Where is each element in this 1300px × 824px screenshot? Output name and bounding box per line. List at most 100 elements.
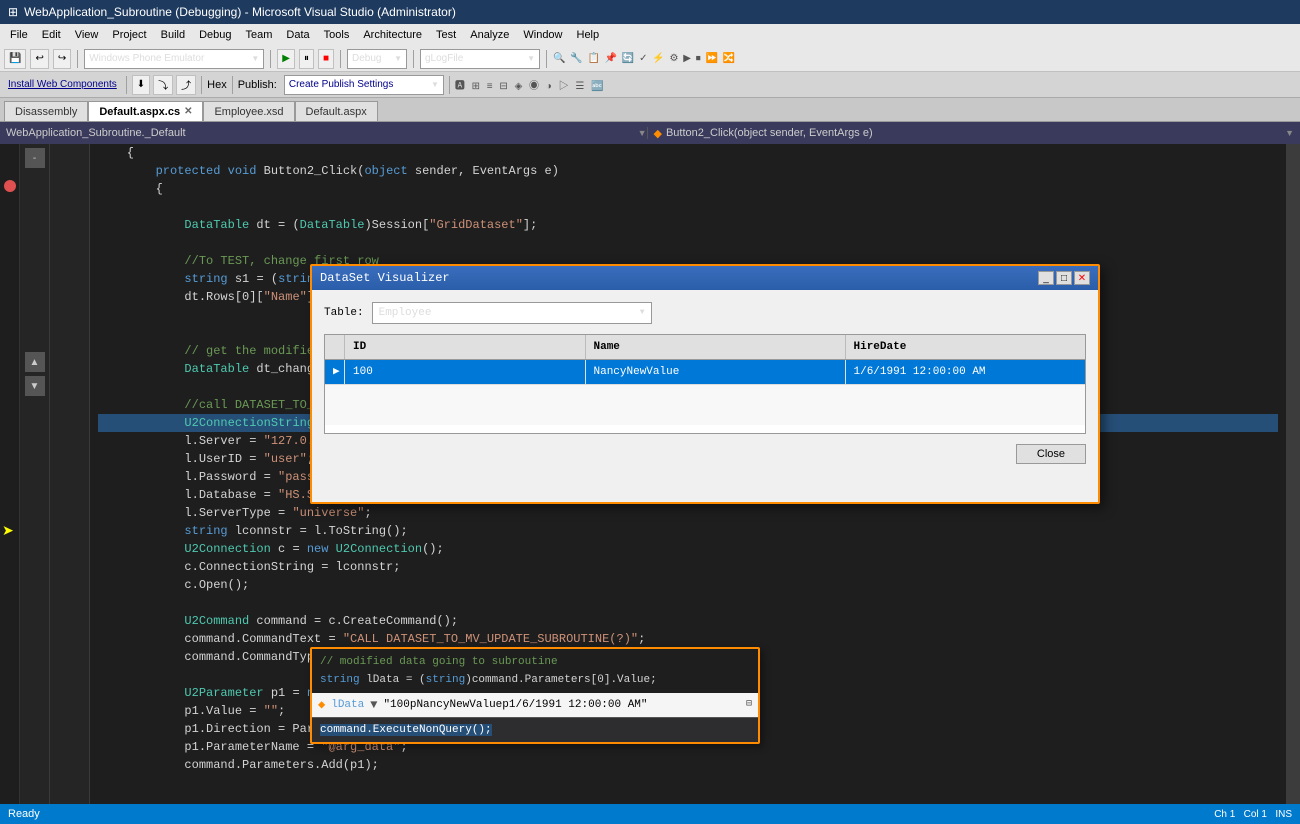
tab-default-aspx-cs[interactable]: Default.aspx.cs ✕ [88,101,203,121]
table-dropdown[interactable]: Employee ▼ [372,302,652,324]
publish-arrow: ▼ [431,80,439,89]
tooltip-header: // modified data going to subroutine str… [312,649,758,693]
scroll-down-icon[interactable]: ▼ [25,376,45,396]
breakpoint-indicator[interactable] [4,180,16,192]
dialog-close-btn[interactable]: ✕ [1074,271,1090,285]
scroll-up-icon[interactable]: ▲ [25,352,45,372]
tab-default-aspx[interactable]: Default.aspx [295,101,378,121]
code-line [98,792,1278,804]
menu-file[interactable]: File [4,27,34,43]
nav-right-arrow: ▼ [1285,128,1294,138]
undo-button[interactable]: ↩ [30,49,48,69]
tooltip-varname: lData [331,696,364,714]
menu-window[interactable]: Window [517,27,568,43]
tooltip-expand[interactable]: ⊟ [746,696,752,714]
status-info: Ch 1 Col 1 INS [1214,809,1292,820]
menu-view[interactable]: View [69,27,105,43]
install-web-components-btn[interactable]: Install Web Components [4,75,121,95]
row-selector: ▶ [325,360,345,384]
menu-debug[interactable]: Debug [193,27,237,43]
tab-bar: Disassembly Default.aspx.cs ✕ Employee.x… [0,98,1300,122]
breakpoint-gutter: ➤ [0,144,20,804]
menu-project[interactable]: Project [106,27,152,43]
tooltip-icon: ◆ [318,696,325,714]
dialog-minimize-btn[interactable]: _ [1038,271,1054,285]
dataset-visualizer-dialog: DataSet Visualizer _ □ ✕ Table: Employee… [310,264,1100,504]
stop-button[interactable]: ■ [318,49,334,69]
phone-emulator-dropdown[interactable]: Windows Phone Emulator ▼ [84,49,264,69]
tooltip-dropdown[interactable]: ▼ [370,696,377,714]
grid-empty-area [325,385,1085,425]
step-out-btn[interactable]: ⤴ [176,75,196,95]
menu-edit[interactable]: Edit [36,27,67,43]
tooltip-line2: string lData = (string)command.Parameter… [320,671,750,689]
menu-tools[interactable]: Tools [318,27,356,43]
nav-class: WebApplication_Subroutine._Default [6,127,638,139]
line-numbers [50,144,90,804]
step-over-btn[interactable]: ⤵ [153,75,173,95]
hex-label: Hex [207,79,227,91]
nav-right[interactable]: ◆ Button2_Click(object sender, EventArgs… [654,127,1295,140]
code-line: protected void Button2_Click(object send… [98,162,1278,180]
nav-left[interactable]: WebApplication_Subroutine._Default ▼ [6,127,648,139]
cell-hiredate: 1/6/1991 12:00:00 AM [846,360,1086,384]
pause-button[interactable]: ⏸ [299,49,314,69]
run-button[interactable]: ▶ [277,49,295,69]
save-button[interactable]: 💾 [4,49,26,69]
step-into-btn[interactable]: ⬇ [132,75,150,95]
code-line: U2Command command = c.CreateCommand(); [98,612,1278,630]
tab-employee-xsd[interactable]: Employee.xsd [203,101,294,121]
tooltip-footer: command.ExecuteNonQuery(); [312,717,758,742]
toolbar-1: 💾 ↩ ↪ Windows Phone Emulator ▼ ▶ ⏸ ■ Deb… [0,46,1300,72]
nav-method: Button2_Click(object sender, EventArgs e… [666,127,1285,139]
code-line [98,234,1278,252]
status-text: Ready [8,808,40,820]
dialog-close-button[interactable]: Close [1016,444,1086,464]
debug-config-dropdown[interactable]: Debug ▼ [347,49,407,69]
selected-code: command.ExecuteNonQuery(); [320,724,492,736]
code-editor[interactable]: { protected void Button2_Click(object se… [90,144,1286,804]
toolbar2-icons: 🅰 ⊞ ≡ ⊟ ◈ ◉ ◑ ▷ ☰ 🔤 [455,77,606,92]
glogfile-arrow: ▼ [527,54,535,63]
menu-team[interactable]: Team [240,27,279,43]
dialog-title: DataSet Visualizer [320,269,450,287]
dialog-body: Table: Employee ▼ ID Name HireDate [312,290,1098,476]
menu-help[interactable]: Help [571,27,606,43]
table-arrow: ▼ [640,304,645,322]
menu-test[interactable]: Test [430,27,462,43]
menu-architecture[interactable]: Architecture [357,27,428,43]
menu-data[interactable]: Data [280,27,315,43]
dialog-restore-btn[interactable]: □ [1056,271,1072,285]
employee-data-grid: ID Name HireDate ▶ 100 NancyNewValue 1/6… [324,334,1086,434]
title-text: WebApplication_Subroutine (Debugging) - … [24,5,456,19]
status-bar: Ready Ch 1 Col 1 INS [0,804,1300,824]
menu-build[interactable]: Build [155,27,191,43]
tab-close-default-aspx-cs[interactable]: ✕ [184,106,192,117]
main-layout: ⊞ WebApplication_Subroutine (Debugging) … [0,0,1300,824]
table-row[interactable]: ▶ 100 NancyNewValue 1/6/1991 12:00:00 AM [325,360,1085,385]
redo-button[interactable]: ↪ [53,49,71,69]
separator-8 [232,76,233,94]
collapse-all-icon[interactable]: - [25,148,45,168]
glogfile-dropdown[interactable]: gLogFile ▼ [420,49,540,69]
dialog-controls: _ □ ✕ [1038,271,1090,285]
publish-settings-dropdown[interactable]: Create Publish Settings ▼ [284,75,444,95]
code-line: U2Connection c = new U2Connection(); [98,540,1278,558]
code-line: { [98,180,1278,198]
left-panel: - ▲ ▼ [20,144,50,804]
menu-analyze[interactable]: Analyze [464,27,515,43]
code-line: string lconnstr = l.ToString(); [98,522,1278,540]
separator-1 [77,50,78,68]
dialog-footer: Close [324,444,1086,464]
nav-left-arrow: ▼ [638,128,647,138]
cell-id: 100 [345,360,586,384]
grid-header: ID Name HireDate [325,335,1085,360]
cell-name: NancyNewValue [586,360,846,384]
table-select-row: Table: Employee ▼ [324,302,1086,324]
code-line [98,594,1278,612]
editor-container: ➤ - ▲ ▼ [0,144,1300,804]
scroll-gutter[interactable] [1286,144,1300,804]
tooltip-line1: // modified data going to subroutine [320,653,750,671]
separator-4 [413,50,414,68]
tab-disassembly[interactable]: Disassembly [4,101,88,121]
